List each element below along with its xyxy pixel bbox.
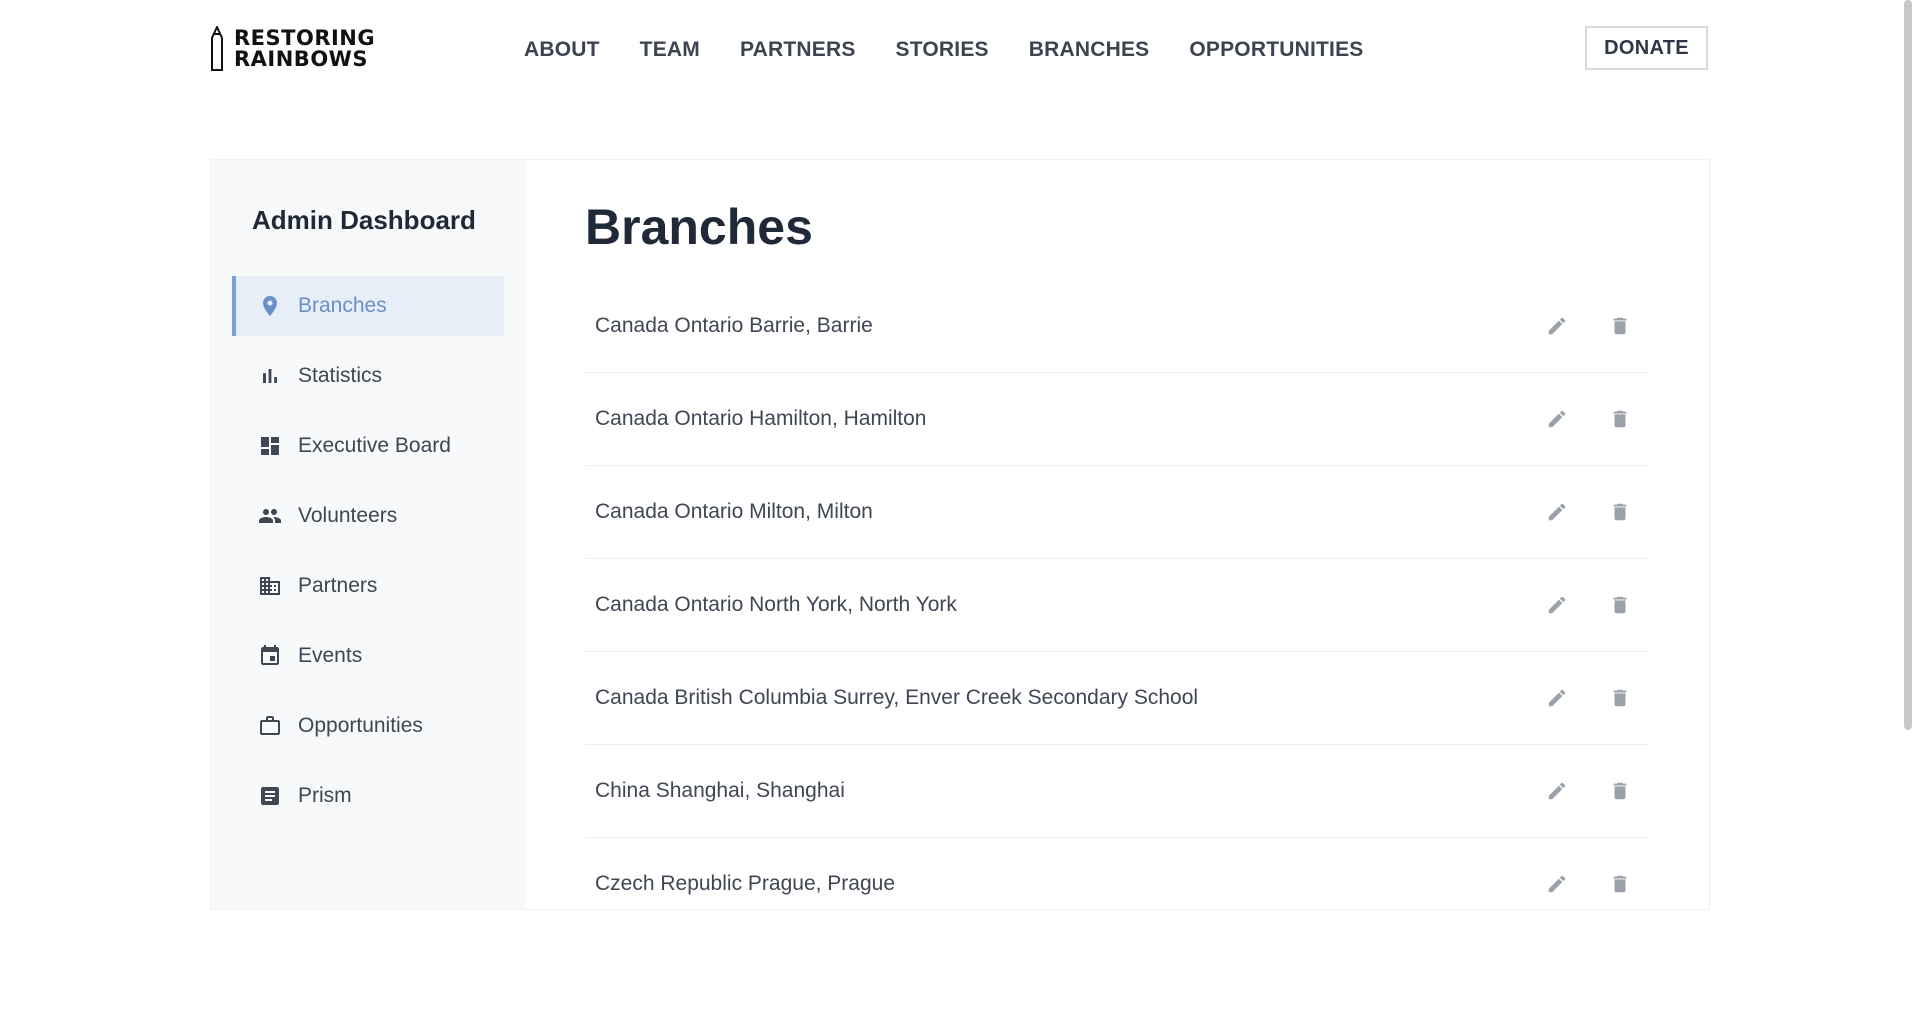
sidebar-item-partners[interactable]: Partners <box>232 556 504 616</box>
list-item: Canada British Columbia Surrey, Enver Cr… <box>585 652 1649 745</box>
list-item: Canada Ontario Barrie, Barrie <box>585 280 1649 373</box>
location-pin-icon <box>258 294 282 318</box>
sidebar-item-label: Volunteers <box>298 504 398 527</box>
dashboard-icon <box>258 434 282 458</box>
nav-about[interactable]: ABOUT <box>524 38 600 62</box>
list-item: Canada Ontario North York, North York <box>585 559 1649 652</box>
building-icon <box>258 574 282 598</box>
brand-logo[interactable]: RESTORING RAINBOWS <box>210 26 375 72</box>
delete-icon[interactable] <box>1609 594 1631 616</box>
brand-name: RESTORING RAINBOWS <box>234 28 375 70</box>
sidebar-item-opportunities[interactable]: Opportunities <box>232 696 504 756</box>
sidebar-item-prism[interactable]: Prism <box>232 766 504 826</box>
delete-icon[interactable] <box>1609 315 1631 337</box>
nav-stories[interactable]: STORIES <box>896 38 989 62</box>
edit-icon[interactable] <box>1546 780 1568 802</box>
branch-list: Canada Ontario Barrie, Barrie Canada Ont… <box>585 280 1649 909</box>
delete-icon[interactable] <box>1609 501 1631 523</box>
list-item: China Shanghai, Shanghai <box>585 745 1649 838</box>
branch-name: China Shanghai, Shanghai <box>595 779 845 802</box>
sidebar-item-executive-board[interactable]: Executive Board <box>232 416 504 476</box>
sidebar-title: Admin Dashboard <box>252 205 476 235</box>
delete-icon[interactable] <box>1609 873 1631 895</box>
pencil-logo-icon <box>211 26 223 71</box>
sidebar-item-label: Branches <box>298 294 387 317</box>
edit-icon[interactable] <box>1546 687 1568 709</box>
edit-icon[interactable] <box>1546 594 1568 616</box>
calendar-icon <box>258 644 282 668</box>
sidebar-item-events[interactable]: Events <box>232 626 504 686</box>
admin-dashboard-panel: Admin Dashboard Branches Statistics Exec… <box>210 159 1710 910</box>
nav-partners[interactable]: PARTNERS <box>740 38 856 62</box>
branch-name: Canada Ontario Barrie, Barrie <box>595 314 873 337</box>
sidebar-item-branches[interactable]: Branches <box>232 276 504 336</box>
page-title: Branches <box>585 199 813 255</box>
nav-opportunities[interactable]: OPPORTUNITIES <box>1189 38 1363 62</box>
branch-name: Canada Ontario North York, North York <box>595 593 957 616</box>
sidebar-item-label: Opportunities <box>298 714 423 737</box>
edit-icon[interactable] <box>1546 408 1568 430</box>
list-item: Canada Ontario Hamilton, Hamilton <box>585 373 1649 466</box>
branch-name: Canada Ontario Hamilton, Hamilton <box>595 407 927 430</box>
branch-name: Canada Ontario Milton, Milton <box>595 500 873 523</box>
sidebar-item-statistics[interactable]: Statistics <box>232 346 504 406</box>
sidebar-item-label: Prism <box>298 784 352 807</box>
delete-icon[interactable] <box>1609 687 1631 709</box>
branch-name: Czech Republic Prague, Prague <box>595 872 896 895</box>
page-scrollbar[interactable] <box>1904 0 1912 730</box>
nav-branches[interactable]: BRANCHES <box>1029 38 1150 62</box>
site-header: RESTORING RAINBOWS ABOUT TEAM PARTNERS S… <box>0 0 1912 105</box>
edit-icon[interactable] <box>1546 501 1568 523</box>
people-icon <box>258 504 282 528</box>
admin-sidebar: Admin Dashboard Branches Statistics Exec… <box>211 160 525 909</box>
main-nav: ABOUT TEAM PARTNERS STORIES BRANCHES OPP… <box>524 38 1403 62</box>
nav-team[interactable]: TEAM <box>640 38 700 62</box>
donate-button[interactable]: DONATE <box>1585 26 1708 70</box>
list-item: Czech Republic Prague, Prague <box>585 838 1649 909</box>
bar-chart-icon <box>258 364 282 388</box>
brand-line-2: RAINBOWS <box>234 47 368 71</box>
edit-icon[interactable] <box>1546 315 1568 337</box>
delete-icon[interactable] <box>1609 408 1631 430</box>
edit-icon[interactable] <box>1546 873 1568 895</box>
delete-icon[interactable] <box>1609 780 1631 802</box>
sidebar-item-label: Statistics <box>298 364 383 387</box>
article-icon <box>258 784 282 808</box>
sidebar-item-volunteers[interactable]: Volunteers <box>232 486 504 546</box>
list-item: Canada Ontario Milton, Milton <box>585 466 1649 559</box>
branch-name: Canada British Columbia Surrey, Enver Cr… <box>595 686 1199 709</box>
sidebar-item-label: Executive Board <box>298 434 451 457</box>
briefcase-icon <box>258 714 282 738</box>
sidebar-item-label: Events <box>298 644 363 667</box>
brand-line-1: RESTORING <box>234 26 376 50</box>
main-content: Branches Canada Ontario Barrie, Barrie C… <box>525 160 1709 909</box>
sidebar-item-label: Partners <box>298 574 378 597</box>
sidebar-menu: Branches Statistics Executive Board Volu… <box>232 276 504 836</box>
